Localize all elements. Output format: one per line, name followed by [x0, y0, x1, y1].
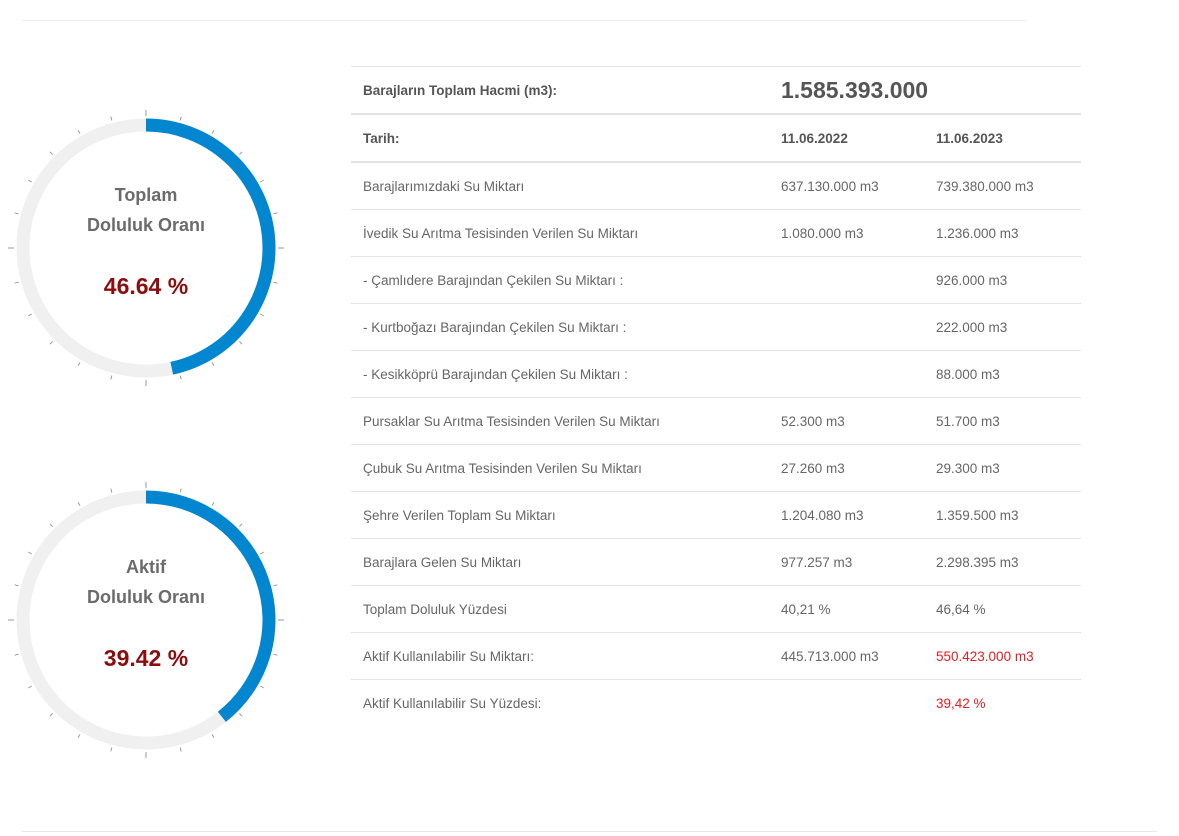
gauge-fill-arc [145, 118, 276, 375]
row-value-2023: 1.236.000 m3 [924, 209, 1081, 257]
gauge-graphic [8, 482, 284, 758]
table-row: Çubuk Su Arıtma Tesisinden Verilen Su Mi… [351, 444, 1081, 492]
bottom-divider [22, 831, 1157, 832]
row-value-2022: 637.130.000 m3 [769, 161, 924, 210]
gauge-tick [110, 116, 113, 121]
total-volume-label: Barajların Toplam Hacmi (m3): [351, 66, 769, 114]
gauge-tick [211, 362, 215, 367]
row-label: - Çamlıdere Barajından Çekilen Su Miktar… [351, 256, 769, 304]
table-row: Barajlarımızdaki Su Miktarı 637.130.000 m… [351, 161, 1081, 210]
date-2022: 11.06.2022 [769, 113, 924, 162]
total-fill-gauge: Toplam Doluluk Oranı 46.64 % [8, 110, 284, 386]
row-value-2022 [769, 350, 924, 398]
table-row: Aktif Kullanılabilir Su Miktarı: 445.713.… [351, 632, 1081, 680]
total-volume-row: Barajların Toplam Hacmi (m3): 1.585.393.… [351, 66, 1081, 114]
row-value-2023: 222.000 m3 [924, 303, 1081, 351]
date-2023: 11.06.2023 [924, 113, 1081, 162]
table-row: Toplam Doluluk Yüzdesi 40,21 % 46,64 % [351, 585, 1081, 633]
dam-data-table: Barajların Toplam Hacmi (m3): 1.585.393.… [351, 66, 1081, 726]
row-label: Çubuk Su Arıtma Tesisinden Verilen Su Mi… [351, 444, 769, 492]
row-value-2023: 51.700 m3 [924, 397, 1081, 445]
row-label: - Kesikköprü Barajından Çekilen Su Mikta… [351, 350, 769, 398]
row-label: Şehre Verilen Toplam Su Miktarı [351, 491, 769, 539]
gauge-tick [260, 313, 265, 317]
row-value-2023: 1.359.500 m3 [924, 491, 1081, 539]
gauge-tick [238, 523, 243, 528]
row-label: Toplam Doluluk Yüzdesi [351, 585, 769, 633]
gauge-tick [110, 747, 113, 752]
gauge-tick [179, 747, 182, 752]
gauge-tick [211, 501, 215, 506]
row-value-2022: 445.713.000 m3 [769, 632, 924, 680]
gauge-tick [49, 523, 54, 528]
gauge-label-line2: Doluluk Oranı [86, 215, 205, 235]
row-value-2022 [769, 303, 924, 351]
row-value-2022 [769, 256, 924, 304]
gauge-tick [27, 313, 32, 317]
gauge-tick [238, 151, 243, 156]
table-row: Aktif Kullanılabilir Su Yüzdesi: 39,42 % [351, 679, 1081, 726]
gauge-label-line2: Doluluk Oranı [86, 587, 205, 607]
gauge-tick [27, 685, 32, 689]
row-value-2023: 46,64 % [924, 585, 1081, 633]
row-label: Aktif Kullanılabilir Su Miktarı: [351, 632, 769, 680]
table-row: Pursaklar Su Arıtma Tesisinden Verilen S… [351, 397, 1081, 445]
gauge-tick [110, 488, 113, 493]
row-label: Aktif Kullanılabilir Su Yüzdesi: [351, 679, 769, 726]
row-value-2023: 739.380.000 m3 [924, 161, 1081, 210]
gauge-tick [179, 375, 182, 380]
gauge-tick [77, 501, 81, 506]
gauge-tick [179, 116, 182, 121]
gauge-tick [110, 375, 113, 380]
row-value-2023: 29.300 m3 [924, 444, 1081, 492]
row-label: Barajlara Gelen Su Miktarı [351, 538, 769, 586]
row-value-2022: 40,21 % [769, 585, 924, 633]
gauge-tick [238, 340, 243, 345]
gauge-tick [49, 151, 54, 156]
gauge-tick [238, 712, 243, 717]
date-row: Tarih: 11.06.2022 11.06.2023 [351, 113, 1081, 162]
gauge-tick [49, 340, 54, 345]
row-value-2022: 977.257 m3 [769, 538, 924, 586]
row-value-2023: 88.000 m3 [924, 350, 1081, 398]
gauge-label-line1: Aktif [126, 557, 166, 577]
row-value-2022 [769, 679, 924, 726]
gauge-value: 39.42 % [103, 645, 189, 671]
row-value-2023: 2.298.395 m3 [924, 538, 1081, 586]
gauge-tick [260, 685, 265, 689]
gauge-tick [77, 734, 81, 739]
gauge-tick [211, 129, 215, 134]
row-label: İvedik Su Arıtma Tesisinden Verilen Su M… [351, 209, 769, 257]
row-value-2022: 52.300 m3 [769, 397, 924, 445]
row-value-2023: 926.000 m3 [924, 256, 1081, 304]
table-row: Şehre Verilen Toplam Su Miktarı 1.204.080… [351, 491, 1081, 539]
gauge-label-line1: Toplam [114, 185, 178, 205]
table-row: Barajlara Gelen Su Miktarı 977.257 m3 2.29… [351, 538, 1081, 586]
gauge-tick [77, 362, 81, 367]
table-row: - Kurtboğazı Barajından Çekilen Su Mikta… [351, 303, 1081, 351]
top-divider [22, 20, 1027, 21]
row-value-2022: 1.204.080 m3 [769, 491, 924, 539]
row-value-2022: 27.260 m3 [769, 444, 924, 492]
gauge-tick [49, 712, 54, 717]
row-value-2022: 1.080.000 m3 [769, 209, 924, 257]
row-label: Barajlarımızdaki Su Miktarı [351, 161, 769, 210]
row-label: - Kurtboğazı Barajından Çekilen Su Mikta… [351, 303, 769, 351]
gauge-tick [77, 129, 81, 134]
gauge-tick [211, 734, 215, 739]
gauge-tick [179, 488, 182, 493]
row-value-2023: 550.423.000 m3 [924, 632, 1081, 680]
total-volume-value: 1.585.393.000 [769, 66, 1081, 114]
table-row: İvedik Su Arıtma Tesisinden Verilen Su M… [351, 209, 1081, 257]
row-value-2023: 39,42 % [924, 679, 1081, 726]
table-row: - Çamlıdere Barajından Çekilen Su Miktar… [351, 256, 1081, 304]
table-row: - Kesikköprü Barajından Çekilen Su Mikta… [351, 350, 1081, 398]
row-label: Pursaklar Su Arıtma Tesisinden Verilen S… [351, 397, 769, 445]
date-label: Tarih: [351, 113, 769, 162]
gauge-value: 46.64 % [103, 273, 189, 299]
gauge-graphic [8, 110, 284, 386]
active-fill-gauge: Aktif Doluluk Oranı 39.42 % [8, 482, 284, 758]
